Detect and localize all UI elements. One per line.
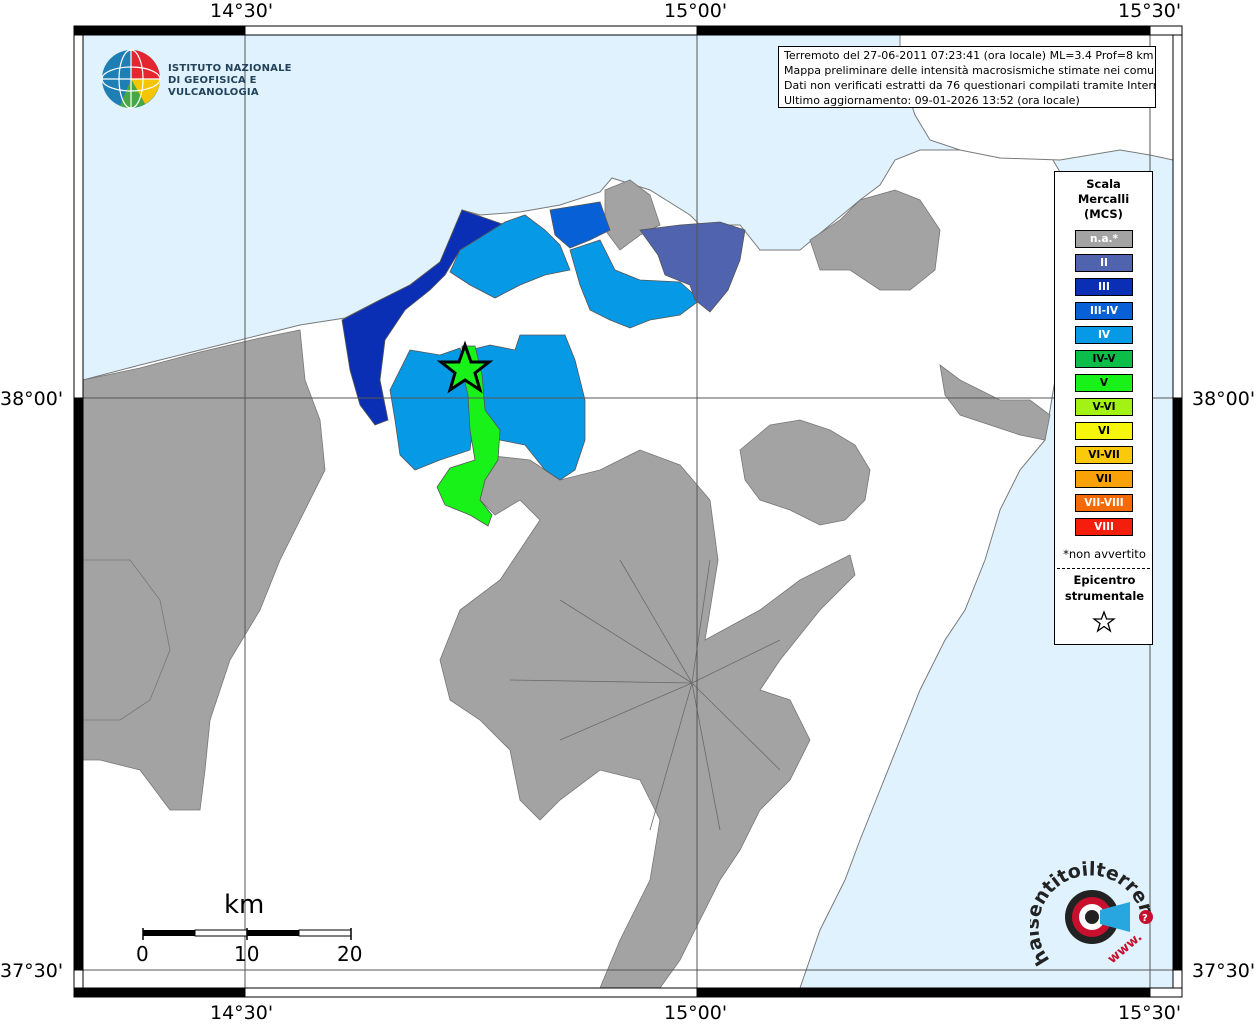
- legend-epicenter-label: Epicentro strumentale: [1055, 572, 1154, 604]
- axis-top-3: 15°30': [1118, 0, 1182, 22]
- legend-epi-1: Epicentro: [1073, 573, 1136, 587]
- scale-tick-20: 20: [337, 942, 363, 966]
- axis-right-1: 38°00': [1192, 388, 1256, 410]
- legend-item-vii: VII: [1075, 470, 1133, 488]
- legend-item-vii-viii: VII-VIII: [1075, 494, 1133, 512]
- ingv-logo: ISTITUTO NAZIONALE DI GEOFISICA E VULCAN…: [100, 48, 320, 110]
- legend-item-iii: III: [1075, 278, 1133, 296]
- legend-title-2: Mercalli: [1077, 192, 1130, 206]
- legend-item-iii-iv: III-IV: [1075, 302, 1133, 320]
- haisentito-logo: haisentitoilterremoto.it ? www.: [1021, 843, 1160, 975]
- legend-item-iv: IV: [1075, 326, 1133, 344]
- info-line-1: Terremoto del 27-06-2011 07:23:41 (ora l…: [784, 49, 1154, 62]
- info-line-3: Dati non verificati estratti da 76 quest…: [784, 79, 1156, 92]
- axis-bottom-1: 14°30': [210, 1002, 274, 1024]
- ingv-line-2: DI GEOFISICA E VULCANOLOGIA: [168, 75, 259, 98]
- legend-title-3: (MCS): [1084, 207, 1123, 221]
- scale-bar: km 0 10 20: [130, 890, 370, 970]
- globe-icon: [101, 49, 161, 109]
- event-info-box: Terremoto del 27-06-2011 07:23:41 (ora l…: [778, 46, 1156, 108]
- legend-note: *non avvertito: [1063, 547, 1146, 561]
- legend-title-1: Scala: [1086, 177, 1121, 191]
- legend-item-iv-v: IV-V: [1075, 350, 1133, 368]
- scale-tick-0: 0: [136, 942, 149, 966]
- scale-unit: km: [224, 890, 265, 920]
- legend-epi-2: strumentale: [1064, 589, 1145, 603]
- axis-top-2: 15°00': [664, 0, 728, 22]
- legend-item-v-vi: V-VI: [1075, 398, 1133, 416]
- axis-bottom-3: 15°30': [1118, 1002, 1182, 1024]
- axis-left-1: 38°00': [0, 388, 64, 410]
- legend-item-vi: VI: [1075, 422, 1133, 440]
- star-icon: [1092, 610, 1116, 633]
- legend-separator: [1057, 568, 1150, 569]
- axis-bottom-2: 15°00': [664, 1002, 728, 1024]
- svg-text:?: ?: [1142, 913, 1148, 924]
- legend-item-v: V: [1075, 374, 1133, 392]
- scale-tick-10: 10: [234, 942, 260, 966]
- ingv-line-1: ISTITUTO NAZIONALE: [168, 63, 292, 74]
- intensity-legend: Scala Mercalli (MCS) n.a.* II III III-IV IV I…: [1054, 171, 1153, 645]
- axis-right-2: 37°30': [1192, 960, 1256, 982]
- legend-title: Scala Mercalli (MCS): [1055, 177, 1152, 222]
- legend-item-vi-vii: VI-VII: [1075, 446, 1133, 464]
- axis-left-2: 37°30': [0, 960, 64, 982]
- info-line-4: Ultimo aggiornamento: 09-01-2026 13:52 (…: [784, 94, 1080, 107]
- axis-top-1: 14°30': [210, 0, 274, 22]
- legend-item-viii: VIII: [1075, 518, 1133, 536]
- info-line-2: Mappa preliminare delle intensità macros…: [784, 64, 1156, 77]
- legend-item-ii: II: [1075, 254, 1133, 272]
- legend-item-n-a-: n.a.*: [1075, 230, 1133, 248]
